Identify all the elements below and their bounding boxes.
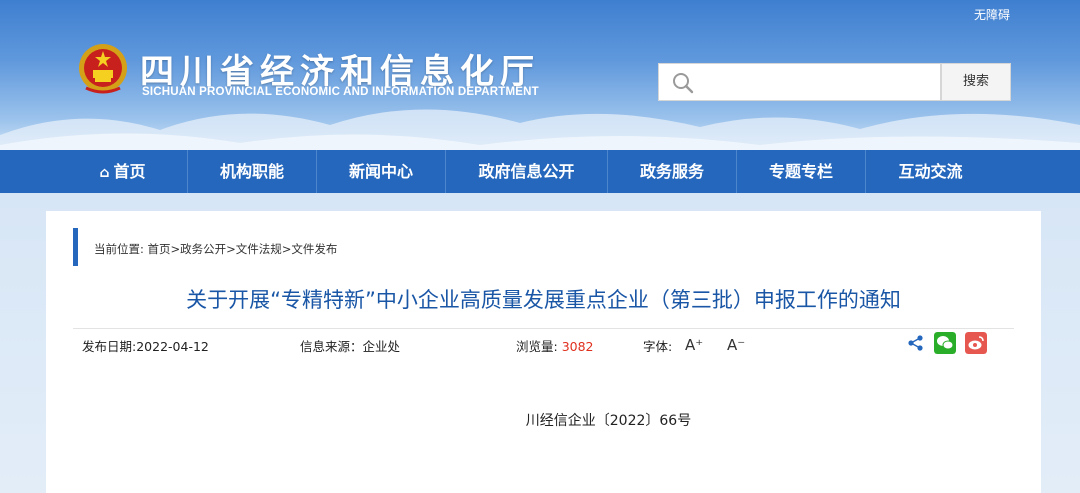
nav-item-services[interactable]: 政务服务 (608, 150, 737, 193)
view-count: 浏览量: 3082 (516, 336, 594, 355)
nav-item-interaction[interactable]: 互动交流 (866, 150, 995, 193)
nav-item-home[interactable]: ⌂ 首页 (58, 150, 188, 193)
site-subtitle: SICHUAN PROVINCIAL ECONOMIC AND INFORMAT… (142, 86, 539, 98)
share-icon[interactable] (905, 332, 927, 354)
nav-item-label: 新闻中心 (348, 162, 413, 181)
wechat-icon[interactable] (934, 332, 956, 354)
article-title: 关于开展“专精特新”中小企业高质量发展重点企业（第三批）申报工作的通知 (186, 288, 901, 312)
site-header: 无障碍 四川省经济和信息化厅 SICHUAN PROVINCIAL ECONOM… (0, 0, 1080, 150)
main-nav: ⌂ 首页 机构职能 新闻中心 政府信息公开 政务服务 专题专栏 互动交流 (0, 150, 1080, 193)
article-panel: 当前位置: 首页>政务公开>文件法规>文件发布 关于开展“专精特新”中小企业高质… (46, 211, 1041, 493)
view-count-value: 3082 (561, 339, 594, 354)
publish-date: 发布日期:2022-04-12 (82, 339, 209, 354)
document-number: 川经信企业〔2022〕66号 (525, 413, 692, 429)
breadcrumb-marker (73, 228, 78, 266)
nav-item-label: 首页 (113, 162, 146, 181)
nav-item-label: 政务服务 (639, 162, 704, 181)
search-input[interactable] (658, 63, 941, 101)
weibo-icon[interactable] (965, 332, 987, 354)
breadcrumb: 当前位置: 首页>政务公开>文件法规>文件发布 (94, 242, 338, 256)
search-button[interactable]: 搜索 (941, 63, 1011, 101)
nav-item-label: 机构职能 (219, 162, 284, 181)
national-emblem-icon (79, 44, 127, 94)
nav-item-news[interactable]: 新闻中心 (317, 150, 446, 193)
nav-item-gov-info[interactable]: 政府信息公开 (446, 150, 608, 193)
search-icon (673, 73, 694, 94)
font-size-label: 字体: (643, 339, 673, 354)
font-decrease-button[interactable]: A⁻ (727, 336, 745, 354)
cloud-decoration (0, 109, 1080, 150)
nav-item-label: 互动交流 (898, 162, 963, 181)
article-meta: 发布日期:2022-04-12 信息来源：企业处 浏览量: 3082 字体: A… (73, 328, 1014, 358)
view-count-label: 浏览量: (516, 339, 558, 354)
info-source: 信息来源：企业处 (300, 339, 401, 354)
font-increase-button[interactable]: A⁺ (685, 336, 703, 354)
nav-item-label: 政府信息公开 (478, 162, 575, 181)
accessibility-link[interactable]: 无障碍 (974, 6, 1010, 23)
nav-item-label: 专题专栏 (768, 162, 833, 181)
home-icon: ⌂ (99, 165, 110, 181)
nav-item-topics[interactable]: 专题专栏 (737, 150, 866, 193)
nav-item-functions[interactable]: 机构职能 (188, 150, 317, 193)
